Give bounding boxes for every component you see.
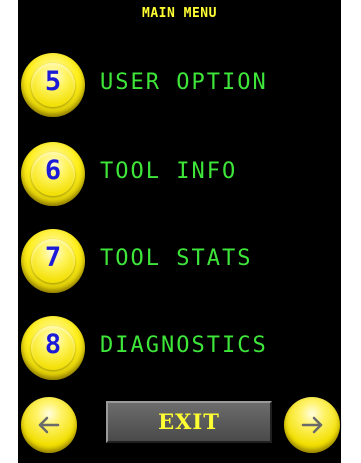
- menu-number-badge[interactable]: 6: [21, 142, 85, 206]
- menu-item-label[interactable]: DIAGNOSTICS: [100, 333, 268, 358]
- page-title: MAIN MENU: [142, 6, 217, 21]
- menu-item-label[interactable]: USER OPTION: [100, 70, 268, 95]
- menu-number: 7: [44, 242, 62, 273]
- menu-item-user-option[interactable]: 5 USER OPTION: [18, 53, 341, 123]
- menu-number: 8: [44, 329, 62, 360]
- menu-item-tool-stats[interactable]: 7 TOOL STATS: [18, 229, 341, 299]
- menu-item-label[interactable]: TOOL INFO: [100, 159, 237, 184]
- exit-button[interactable]: EXIT: [106, 401, 272, 443]
- menu-number-badge[interactable]: 8: [21, 316, 85, 380]
- menu-number-badge[interactable]: 7: [21, 229, 85, 293]
- menu-number: 6: [44, 155, 62, 186]
- menu-item-diagnostics[interactable]: 8 DIAGNOSTICS: [18, 316, 341, 386]
- right-arrow-icon: [301, 416, 323, 434]
- device-screen: MAIN MENU 5 USER OPTION 6 TOOL INFO 7 TO…: [18, 0, 341, 463]
- menu-item-label[interactable]: TOOL STATS: [100, 246, 252, 271]
- menu-number-badge[interactable]: 5: [21, 53, 85, 117]
- left-arrow-icon: [38, 416, 60, 434]
- menu-number: 5: [44, 66, 62, 97]
- previous-button[interactable]: [21, 397, 77, 453]
- menu-item-tool-info[interactable]: 6 TOOL INFO: [18, 142, 341, 212]
- next-button[interactable]: [284, 397, 340, 453]
